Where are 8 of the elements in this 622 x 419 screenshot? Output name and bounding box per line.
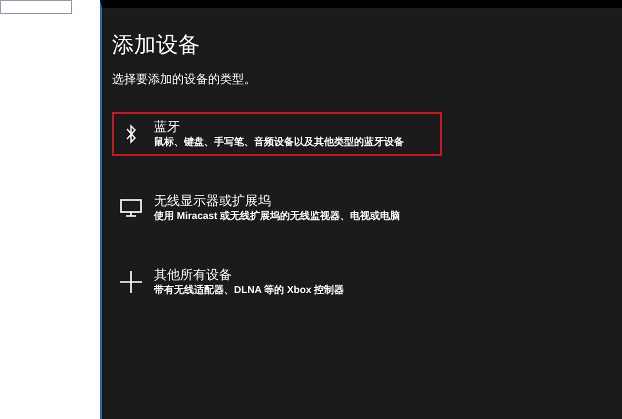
bluetooth-icon [125,124,137,144]
dialog-subtitle: 选择要添加的设备的类型。 [112,71,257,88]
device-type-option[interactable]: 无线显示器或扩展坞 使用 Miracast 或无线扩展坞的无线监视器、电视或电脑 [112,186,442,230]
dialog-title: 添加设备 [112,31,201,59]
device-type-option[interactable]: 其他所有设备 带有无线适配器、DLNA 等的 Xbox 控制器 [112,260,442,304]
plus-icon [120,271,142,293]
monitor-icon [120,198,142,218]
device-type-option[interactable]: 蓝牙 鼠标、键盘、手写笔、音频设备以及其他类型的蓝牙设备 [112,112,442,156]
